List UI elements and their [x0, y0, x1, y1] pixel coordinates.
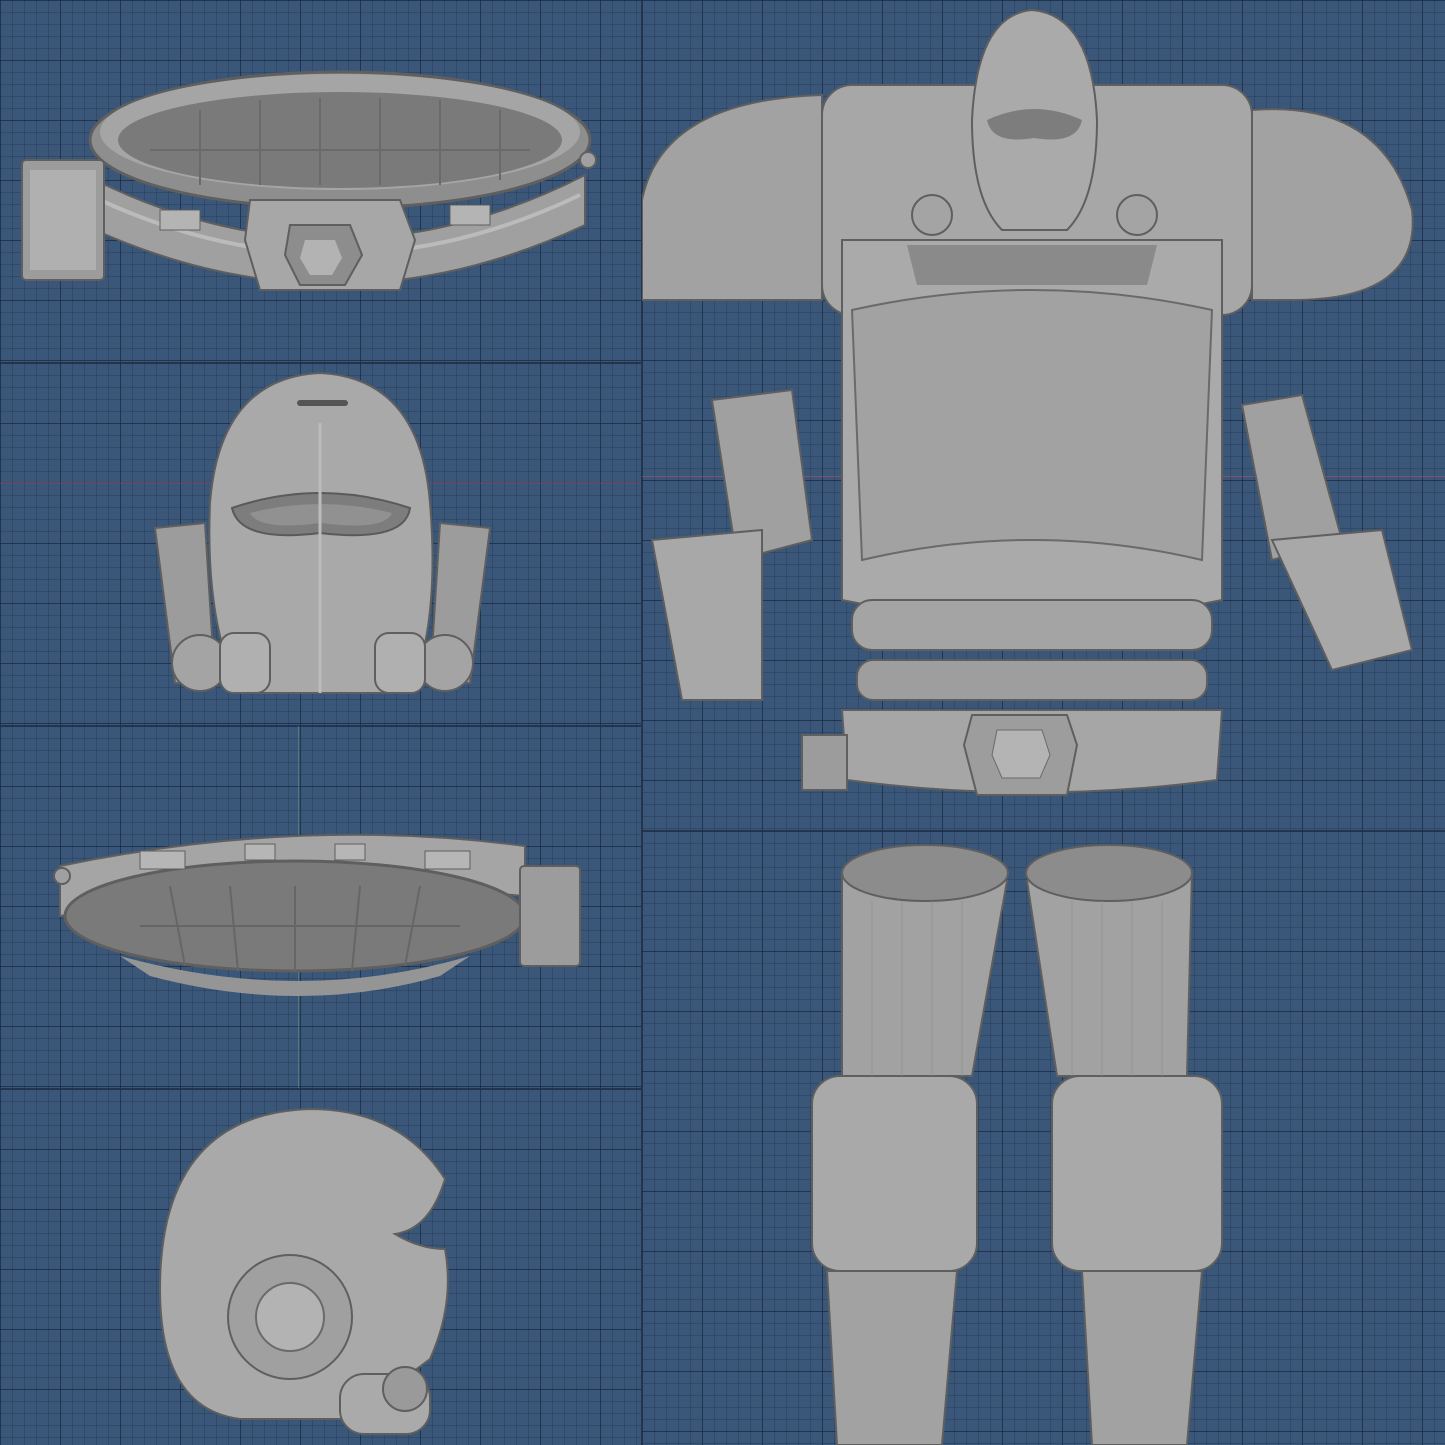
helmet-side-model — [158, 1107, 449, 1435]
viewport-belt-top[interactable] — [0, 0, 641, 362]
viewport-belt-bottom[interactable] — [0, 726, 641, 1088]
legs-model — [811, 844, 1223, 1445]
viewport-helmet-side[interactable] — [0, 1089, 641, 1445]
belt-top-model — [21, 70, 597, 291]
torso-model — [642, 8, 1414, 796]
viewport-mask-front[interactable] — [0, 363, 641, 725]
mask-front-model — [153, 371, 492, 694]
viewport-torso-front[interactable] — [642, 0, 1445, 830]
chest-plate — [850, 289, 1214, 562]
viewport-legs-front[interactable] — [642, 831, 1445, 1445]
belt-bottom-model — [53, 833, 581, 996]
